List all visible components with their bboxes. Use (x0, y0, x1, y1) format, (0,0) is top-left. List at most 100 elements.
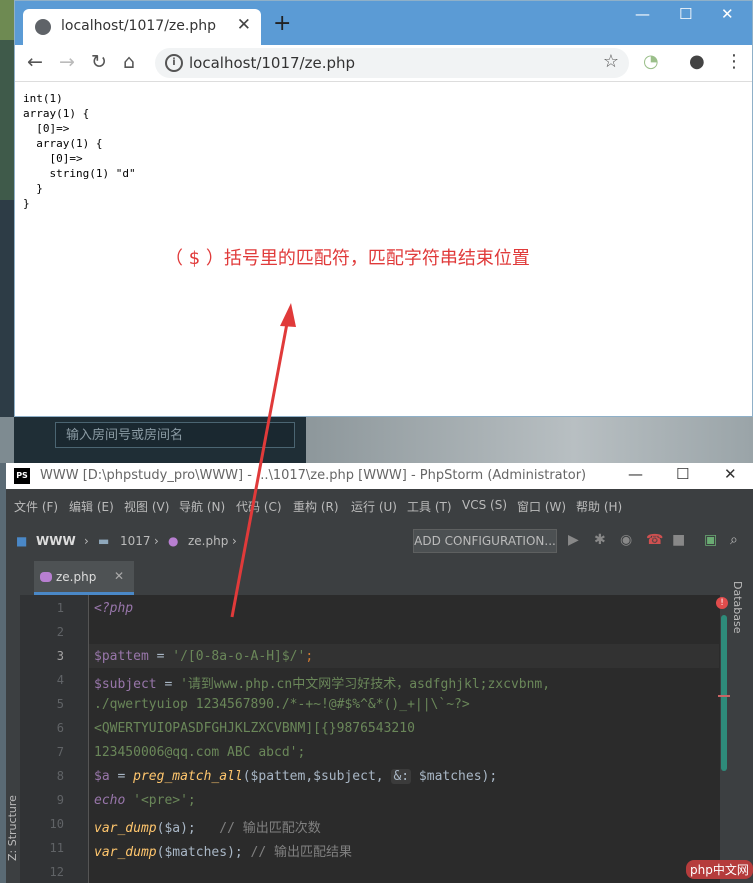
code-token: echo (94, 793, 126, 808)
editor-tabs: ze.php ✕ (20, 561, 720, 595)
search-icon[interactable]: ⌕ (730, 532, 738, 548)
chevron-right-icon: › (84, 534, 89, 548)
ide-titlebar: PS WWW [D:\phpstudy_pro\WWW] - ...\1017\… (6, 463, 753, 489)
close-window-icon[interactable]: ✕ (721, 5, 734, 23)
folder-icon: ▬ (98, 534, 110, 548)
line-number: 4 (56, 673, 64, 687)
line-number: 6 (56, 721, 64, 735)
code-line-11[interactable]: var_dump($matches); // 输出匹配结果 (94, 841, 352, 860)
phpstorm-logo-icon: PS (14, 468, 30, 484)
tab-strip: localhost/1017/ze.php ✕ + — ☐ ✕ (15, 1, 752, 45)
menu-tools[interactable]: 工具 (T) (407, 498, 452, 515)
code-line-9[interactable]: echo '<pre>'; (94, 793, 196, 808)
editor-tab-ze-php[interactable]: ze.php ✕ (34, 561, 134, 595)
maximize-icon[interactable]: ☐ (679, 5, 692, 23)
close-tab-icon[interactable]: ✕ (237, 15, 251, 35)
code-line-3[interactable]: $pattem = '/[0-8a-o-A-H]$/'; (94, 649, 313, 664)
menu-refactor[interactable]: 重构 (R) (293, 498, 339, 515)
annotation-text: （ $ ）括号里的匹配符，匹配字符串结束位置 (165, 248, 530, 269)
menu-dots-icon[interactable]: ⋮ (725, 51, 743, 72)
database-panel-label[interactable]: Database (731, 581, 744, 634)
line-number: 12 (49, 865, 64, 879)
line-number-gutter: 1 2 3 4 5 6 7 8 9 10 11 12 (20, 595, 89, 883)
back-arrow-icon[interactable]: ← (27, 51, 43, 73)
run-icon[interactable]: ▶ (568, 532, 579, 548)
code-token: = (109, 769, 134, 784)
info-icon[interactable]: i (165, 54, 183, 72)
code-line-6[interactable]: <QWERTYUIOPASDFGHJKLZXCVBNM][{}987654321… (94, 721, 415, 736)
desktop-background-left (0, 0, 14, 460)
code-editor[interactable]: <?php $pattem = '/[0-8a-o-A-H]$/'; $subj… (89, 595, 719, 883)
line-number: 5 (56, 697, 64, 711)
ide-close-icon[interactable]: ✕ (724, 465, 737, 483)
editor-scrollbar[interactable] (721, 615, 727, 771)
code-token: var_dump (94, 821, 157, 836)
extension-clock-icon[interactable]: ◔ (643, 51, 659, 72)
url-omnibox[interactable]: i localhost/1017/ze.php ☆ (155, 48, 629, 78)
code-line-1[interactable]: <?php (94, 601, 133, 616)
line-number: 3 (56, 649, 64, 663)
ide-maximize-icon[interactable]: ☐ (676, 465, 689, 483)
php-open-tag: <?php (94, 601, 134, 616)
ide-menubar: 文件 (F) 编辑 (E) 视图 (V) 导航 (N) 代码 (C) 重构 (R… (6, 489, 753, 523)
reload-icon[interactable]: ↻ (91, 51, 107, 73)
code-line-10[interactable]: var_dump($a); // 输出匹配次数 (94, 817, 321, 836)
menu-vcs[interactable]: VCS (S) (462, 498, 507, 512)
code-token: ; (305, 649, 314, 664)
menu-edit[interactable]: 编辑 (E) (69, 498, 114, 515)
ide-minimize-icon[interactable]: — (628, 465, 643, 483)
add-configuration-button[interactable]: ADD CONFIGURATION... (413, 529, 557, 553)
error-indicator-icon[interactable]: ! (716, 597, 728, 609)
line-number: 9 (56, 793, 64, 807)
watermark-logo: php中文网 (686, 860, 753, 879)
code-token: ($a); (156, 821, 220, 836)
terminal-icon[interactable]: ▣ (704, 532, 717, 548)
tab-title: localhost/1017/ze.php (61, 18, 216, 34)
breadcrumb-www[interactable]: WWW (36, 534, 76, 548)
code-token: '/[0-8a-o-A-H]$/' (172, 649, 306, 664)
error-stripe-mark[interactable] (718, 695, 730, 697)
coverage-icon[interactable]: ◉ (620, 532, 632, 548)
new-tab-button[interactable]: + (273, 11, 291, 36)
breadcrumb-file[interactable]: ze.php (188, 534, 228, 548)
stop-icon[interactable]: ■ (672, 532, 685, 548)
room-search-input[interactable]: 输入房间号或房间名 (55, 422, 295, 448)
code-line-4[interactable]: $subject = '请到www.php.cn中文网学习好技术，asdfghj… (94, 673, 550, 692)
menu-run[interactable]: 运行 (U) (351, 498, 397, 515)
menu-file[interactable]: 文件 (F) (14, 498, 58, 515)
close-editor-tab-icon[interactable]: ✕ (114, 569, 124, 583)
menu-code[interactable]: 代码 (C) (236, 498, 282, 515)
code-token: $a (94, 769, 110, 784)
forward-arrow-icon[interactable]: → (59, 51, 75, 73)
browser-tab[interactable]: localhost/1017/ze.php ✕ (23, 9, 261, 45)
debug-icon[interactable]: ✱ (594, 532, 606, 548)
code-comment: // 输出匹配次数 (219, 821, 321, 836)
home-icon[interactable]: ⌂ (123, 51, 135, 73)
breadcrumb-1017[interactable]: 1017 (120, 534, 151, 548)
background-image (306, 417, 753, 463)
code-line-7[interactable]: 123450006@qq.com ABC abcd'; (94, 745, 305, 760)
code-token: = (156, 677, 181, 692)
menu-window[interactable]: 窗口 (W) (517, 498, 566, 515)
var-dump-output: int(1) array(1) { [0]=> array(1) { [0]=>… (23, 92, 136, 210)
url-text[interactable]: localhost/1017/ze.php (189, 54, 355, 72)
php-elephant-icon (40, 572, 52, 582)
phone-icon[interactable]: ☎ (646, 532, 663, 548)
bookmark-star-icon[interactable]: ☆ (603, 51, 619, 72)
code-token: $pattem (94, 649, 149, 664)
menu-help[interactable]: 帮助 (H) (576, 498, 622, 515)
code-token: var_dump (94, 845, 157, 860)
profile-avatar-icon[interactable]: ● (689, 51, 705, 72)
code-token: $matches); (411, 769, 498, 784)
minimize-icon[interactable]: — (635, 5, 650, 23)
code-token: $subject (94, 677, 157, 692)
structure-panel-label[interactable]: Z: Structure (6, 795, 19, 861)
code-line-8[interactable]: $a = preg_match_all($pattem,$subject, &:… (94, 769, 497, 784)
parameter-hint: &: (391, 769, 412, 784)
code-line-5[interactable]: ./qwertyuiop 1234567890./*-+~!@#$%^&*()_… (94, 697, 470, 712)
menu-navigate[interactable]: 导航 (N) (179, 498, 225, 515)
code-token: ($matches); (156, 845, 251, 860)
menu-view[interactable]: 视图 (V) (124, 498, 169, 515)
browser-window: localhost/1017/ze.php ✕ + — ☐ ✕ ← → ↻ ⌂ … (14, 0, 753, 417)
line-number: 11 (49, 841, 64, 855)
